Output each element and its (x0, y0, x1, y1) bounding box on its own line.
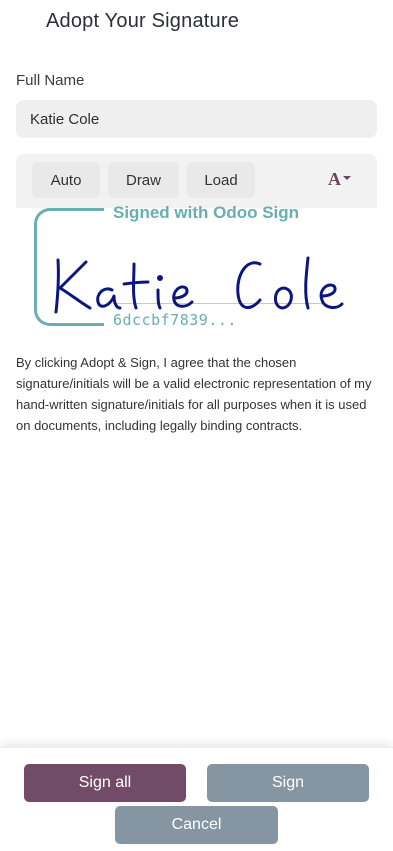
full-name-input[interactable] (16, 100, 377, 138)
draw-mode-button[interactable]: Draw (108, 162, 179, 198)
dialog-title: Adopt Your Signature (46, 10, 240, 32)
auto-mode-button[interactable]: Auto (32, 162, 100, 198)
cancel-button[interactable]: Cancel (115, 806, 278, 844)
signed-with-label: Signed with Odoo Sign (113, 203, 300, 222)
caret-down-icon (343, 175, 351, 180)
full-name-label: Full Name (16, 72, 85, 89)
sign-button[interactable]: Sign (207, 764, 369, 802)
adopt-signature-dialog: Adopt Your Signature Full Name Auto Draw… (0, 0, 393, 851)
signature-mode-toolbar: Auto Draw Load A (16, 154, 377, 208)
load-mode-button[interactable]: Load (187, 162, 255, 198)
handwritten-signature (54, 256, 344, 314)
font-selector-icon[interactable]: A (328, 169, 351, 190)
font-glyph: A (328, 169, 341, 189)
sign-all-button[interactable]: Sign all (24, 764, 186, 802)
signature-preview[interactable]: Signed with Odoo Sign 6dccbf7839... (16, 203, 377, 334)
signature-hash: 6dccbf7839... (113, 311, 237, 329)
dialog-footer: Sign all Sign Cancel (0, 747, 393, 851)
legal-disclaimer: By clicking Adopt & Sign, I agree that t… (16, 355, 372, 433)
